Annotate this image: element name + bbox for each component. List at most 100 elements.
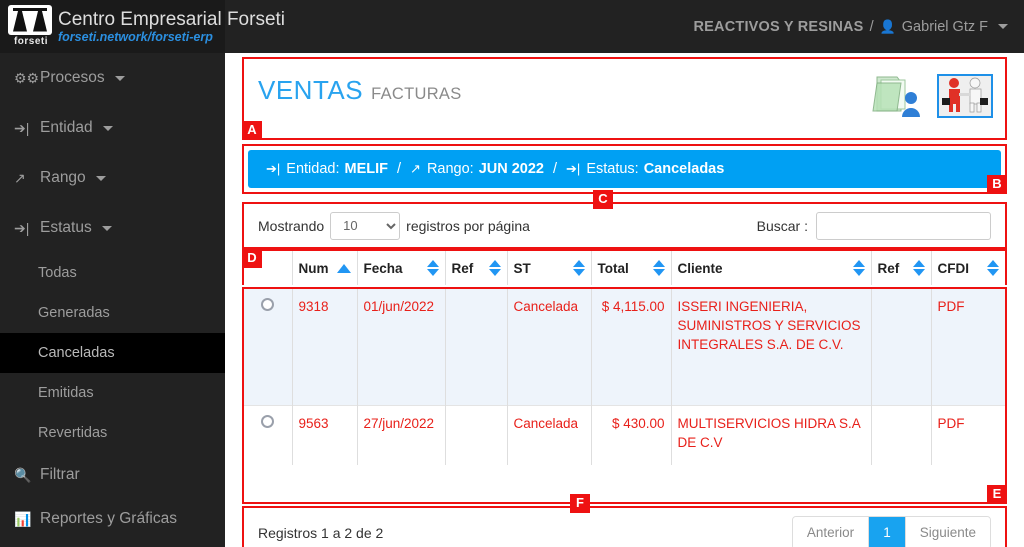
annotation-c: C (593, 190, 613, 209)
breadcrumb-estatus-value[interactable]: Canceladas (644, 161, 725, 177)
pagination-prev-button[interactable]: Anterior (792, 516, 869, 547)
column-header-cliente[interactable]: Cliente (670, 251, 871, 285)
sort-both-icon[interactable] (652, 260, 665, 276)
breadcrumb: ➔| Entidad: MELIF / ↗ Rango: JUN 2022 / … (248, 150, 1001, 188)
column-header-num[interactable]: Num (291, 251, 357, 285)
column-header-st[interactable]: ST (506, 251, 591, 285)
table-footer-panel: F Registros 1 a 2 de 2 Anterior 1 Siguie… (242, 494, 1007, 547)
chevron-down-icon[interactable] (998, 24, 1008, 29)
row-select-cell[interactable] (244, 289, 292, 405)
sort-both-icon[interactable] (852, 260, 865, 276)
annotation-b: B (987, 175, 1007, 194)
column-label: ST (513, 260, 531, 276)
cell-cfdi[interactable]: PDF (930, 289, 1005, 405)
brand-logo-area[interactable]: forseti Centro Empresarial Forseti forse… (0, 0, 285, 53)
breadcrumb-sep: / (397, 161, 402, 177)
table-row[interactable]: 9318 01/jun/2022 Cancelada $ 4,115.00 IS… (244, 289, 1005, 405)
sidebar-subitem-emitidas[interactable]: Emitidas (0, 373, 225, 413)
sign-in-icon: ➔| (14, 219, 30, 236)
showing-suffix-label: registros por página (406, 217, 530, 234)
cell-ref2 (870, 289, 931, 405)
page-title-panel: A VENTAS FACTURAS (242, 57, 1007, 140)
sidebar-subitem-revertidas[interactable]: Revertidas (0, 413, 225, 453)
chevron-down-icon (114, 75, 125, 81)
cell-total: $ 430.00 (590, 404, 671, 465)
column-header-total[interactable]: Total (590, 251, 671, 285)
breadcrumb-sep: / (553, 161, 558, 177)
sidebar-item-filtrar[interactable]: 🔍 Filtrar (0, 453, 225, 497)
sign-in-icon: ➔| (566, 161, 581, 176)
breadcrumb-entidad-value[interactable]: MELIF (345, 161, 389, 177)
cell-cfdi[interactable]: PDF (930, 404, 1005, 465)
cell-num: 9318 (291, 289, 357, 405)
breadcrumb-rango-value[interactable]: JUN 2022 (479, 161, 544, 177)
annotation-e: E (987, 485, 1007, 504)
sort-both-icon[interactable] (987, 260, 999, 276)
cell-ref1 (444, 404, 507, 465)
column-header-ref2[interactable]: Ref (870, 251, 931, 285)
sidebar-item-label: Estatus (40, 219, 92, 236)
page-title: VENTAS (258, 75, 364, 105)
sort-asc-icon[interactable] (336, 263, 351, 273)
breadcrumb-rango-label: Rango: (426, 161, 474, 177)
user-icon: 👤 (879, 18, 896, 34)
breadcrumb-estatus-label: Estatus: (586, 161, 639, 177)
topbar-separator: / (869, 18, 874, 35)
column-header-fecha[interactable]: Fecha (356, 251, 445, 285)
sidebar-item-procesos[interactable]: ⚙⚙ Procesos (0, 53, 225, 103)
topbar-user-area[interactable]: REACTIVOS Y RESINAS / 👤 Gabriel Gtz F (694, 19, 1024, 35)
sidebar-subitem-generadas[interactable]: Generadas (0, 293, 225, 333)
pagination-page-1-button[interactable]: 1 (868, 516, 905, 547)
forseti-logo-icon: forseti (8, 4, 54, 49)
sidebar-subitem-label: Revertidas (38, 425, 108, 441)
sidebar-subitem-canceladas[interactable]: Canceladas (0, 333, 225, 373)
row-select-cell[interactable] (244, 404, 292, 465)
pagination-next-button[interactable]: Siguiente (904, 516, 990, 547)
table-body-panel: E 9318 01/jun/2022 Cancelada $ 4,115.00 (242, 287, 1007, 504)
sort-both-icon[interactable] (912, 260, 925, 276)
cell-st: Cancelada (506, 289, 591, 405)
table-row[interactable]: 9563 27/jun/2022 Cancelada $ 430.00 MULT… (244, 404, 1005, 465)
showing-prefix-label: Mostrando (258, 217, 325, 234)
column-label: Cliente (677, 260, 723, 276)
folder-user-icon[interactable] (871, 71, 929, 121)
sort-both-icon[interactable] (572, 260, 585, 276)
business-handshake-icon[interactable] (937, 74, 993, 118)
column-header-ref1[interactable]: Ref (444, 251, 507, 285)
username-label: Gabriel Gtz F (901, 18, 988, 35)
sidebar-item-label: Filtrar (40, 466, 80, 483)
sidebar-item-reportes[interactable]: 📊 Reportes y Gráficas (0, 497, 225, 541)
radio-unchecked-icon[interactable] (261, 414, 275, 428)
radio-unchecked-icon[interactable] (261, 298, 275, 311)
sidebar-item-label: Reportes y Gráficas (40, 510, 177, 527)
search-icon: 🔍 (14, 466, 32, 483)
search-input[interactable] (816, 211, 991, 240)
sidebar-item-estatus[interactable]: ➔| Estatus (0, 203, 225, 253)
breadcrumb-panel: B ➔| Entidad: MELIF / ↗ Rango: JUN 2022 … (242, 144, 1007, 194)
external-link-icon: ↗ (14, 169, 26, 186)
brand-subtitle-url: forseti.network/forseti-erp (58, 29, 213, 44)
column-label: Ref (877, 260, 900, 276)
company-name: REACTIVOS Y RESINAS (693, 18, 864, 35)
sort-both-icon[interactable] (426, 260, 439, 276)
cell-ref1 (444, 289, 507, 405)
main-content: A VENTAS FACTURAS B ➔| Entidad: MELIF / … (225, 53, 1024, 547)
sidebar-subitem-todas[interactable]: Todas (0, 253, 225, 293)
sign-out-icon: ➔| (266, 161, 281, 176)
table-controls-panel: C Mostrando 10 25 50 100 registros por p… (242, 190, 1007, 249)
sort-both-icon[interactable] (488, 260, 501, 276)
app-root: forseti Centro Empresarial Forseti forse… (0, 0, 1024, 547)
cell-fecha: 01/jun/2022 (356, 289, 445, 405)
sidebar-subitem-label: Emitidas (38, 385, 94, 401)
page-length-select[interactable]: 10 25 50 100 (330, 211, 401, 240)
annotation-d: D (242, 249, 262, 268)
breadcrumb-entidad-label: Entidad: (286, 161, 340, 177)
table-header-row: Num Fecha Ref ST Total Cliente Ref CFDI (244, 251, 1005, 285)
sidebar-item-entidad[interactable]: ➔| Entidad (0, 103, 225, 153)
column-header-cfdi[interactable]: CFDI (930, 251, 1005, 285)
sign-out-icon: ➔| (14, 119, 30, 136)
sidebar-item-rango[interactable]: ↗ Rango (0, 153, 225, 203)
invoices-table-header: Num Fecha Ref ST Total Cliente Ref CFDI (244, 251, 1005, 285)
external-link-icon: ↗ (410, 161, 421, 176)
column-label: Fecha (363, 260, 403, 276)
